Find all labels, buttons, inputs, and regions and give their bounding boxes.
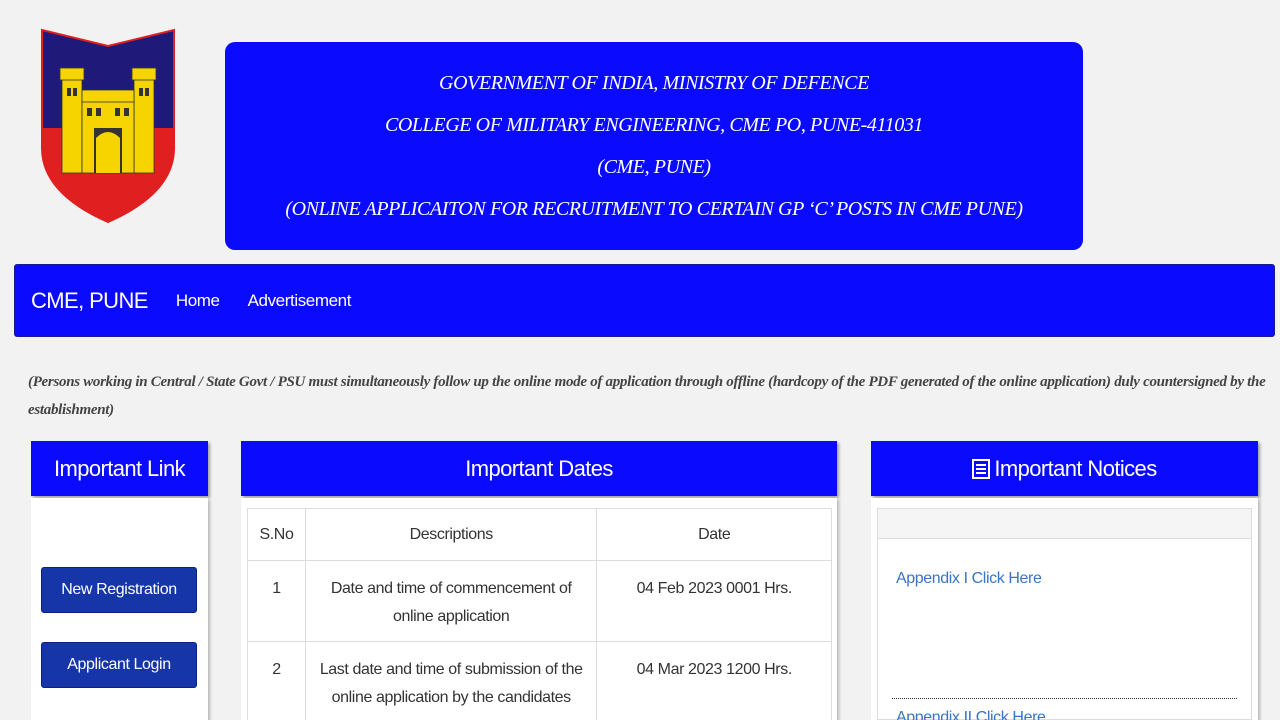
header-line-ministry: GOVERNMENT OF INDIA, MINISTRY OF DEFENCE [439,72,869,94]
important-dates-header: Important Dates [241,441,837,496]
table-cell-sno: 2 [247,641,306,720]
applicant-login-button[interactable]: Applicant Login [41,642,197,688]
important-link-header: Important Link [31,441,208,496]
column-header-sno: S.No [247,508,306,561]
appendix-1-link[interactable]: Appendix I Click Here [896,570,1042,588]
important-link-title: Important Link [53,455,186,481]
table-cell-description: Last date and time of submission of the … [304,641,598,720]
main-navbar: CME, PUNE Home Advertisement [14,264,1275,337]
offline-application-notice: (Persons working in Central / State Govt… [28,374,1266,418]
header-line-short-name: (CME, PUNE) [597,156,711,178]
notices-list-header [878,509,1251,539]
appendix-2-link[interactable]: Appendix II Click Here [896,709,1046,720]
important-dates-table: S.No Descriptions Date 1 Date and time o… [247,508,832,720]
table-row: 2 Last date and time of submission of th… [247,641,832,720]
important-notices-header: Important Notices [871,441,1258,496]
list-icon [972,458,991,479]
header-banner: GOVERNMENT OF INDIA, MINISTRY OF DEFENCE… [225,42,1083,250]
important-dates-title: Important Dates [465,455,613,481]
cme-crest-logo [41,28,175,224]
new-registration-button[interactable]: New Registration [41,567,197,613]
nav-link-advertisement[interactable]: Advertisement [248,291,352,311]
nav-link-home[interactable]: Home [176,291,220,311]
table-cell-date: 04 Mar 2023 1200 Hrs. [596,641,832,720]
table-cell-date: 04 Feb 2023 0001 Hrs. [596,560,832,642]
header-line-purpose: (ONLINE APPLICAITON FOR RECRUITMENT TO C… [285,198,1023,220]
navbar-brand[interactable]: CME, PUNE [31,288,148,314]
important-notices-title: Important Notices [994,455,1157,481]
column-header-date: Date [596,508,832,561]
table-row: 1 Date and time of commencement of onlin… [247,560,832,642]
table-header-row: S.No Descriptions Date [247,508,832,561]
column-header-descriptions: Descriptions [304,508,598,561]
notices-list-box: Appendix I Click Here Appendix II Click … [877,508,1252,720]
table-cell-sno: 1 [247,560,306,642]
table-cell-description: Date and time of commencement of online … [304,560,598,642]
notices-divider [892,698,1237,699]
header-line-college: COLLEGE OF MILITARY ENGINEERING, CME PO,… [384,114,924,136]
